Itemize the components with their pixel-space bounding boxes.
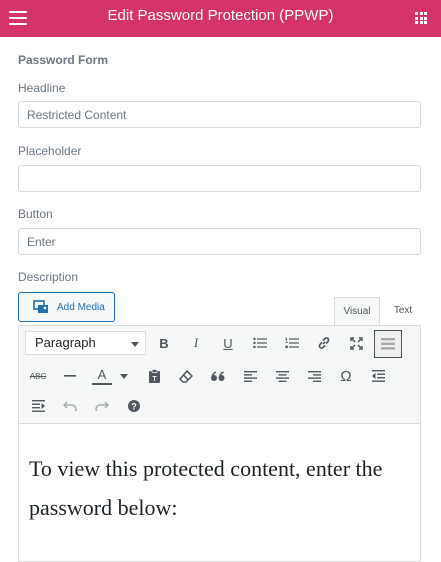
editor-paragraph: To view this protected content, enter th… (29, 456, 383, 520)
description-label: Description (18, 270, 79, 284)
format-select-value: Paragraph (35, 335, 96, 350)
svg-text:T: T (152, 376, 157, 383)
svg-text:?: ? (131, 401, 137, 411)
settings-panel: Password Form Headline Placeholder Butto… (0, 37, 441, 562)
paste-text-icon[interactable]: T (140, 362, 168, 390)
button-input[interactable] (18, 228, 421, 255)
bold-icon[interactable]: B (150, 329, 178, 357)
placeholder-input[interactable] (18, 165, 421, 192)
align-right-icon[interactable] (300, 362, 328, 390)
bullet-list-icon[interactable] (246, 329, 274, 357)
align-center-icon[interactable] (268, 362, 296, 390)
grid-icon[interactable] (415, 12, 427, 24)
outdent-icon[interactable] (364, 362, 392, 390)
tab-visual[interactable]: Visual (334, 297, 380, 325)
blockquote-icon[interactable] (204, 362, 232, 390)
undo-icon[interactable] (56, 392, 84, 420)
format-select[interactable]: Paragraph (25, 331, 146, 355)
text-color-dropdown-icon[interactable] (116, 362, 132, 390)
add-media-label: Add Media (57, 302, 105, 313)
add-media-button[interactable]: Add Media (18, 292, 115, 322)
placeholder-label: Placeholder (18, 144, 82, 158)
link-icon[interactable] (310, 329, 338, 357)
fullscreen-icon[interactable] (342, 329, 370, 357)
section-title: Password Form (18, 53, 109, 67)
indent-icon[interactable] (24, 392, 52, 420)
text-color-icon[interactable]: A (88, 362, 116, 390)
underline-icon[interactable]: U (214, 329, 242, 357)
media-icon (33, 300, 50, 314)
toolbar-toggle-icon[interactable] (374, 330, 402, 358)
strikethrough-icon[interactable]: ABC (24, 362, 52, 390)
tab-text[interactable]: Text (382, 297, 424, 325)
help-icon[interactable]: ? (120, 392, 148, 420)
chevron-down-icon (131, 342, 139, 347)
headline-label: Headline (18, 81, 66, 95)
editor-toolbar: Paragraph B I U ABC A T Ω ? (19, 326, 420, 424)
align-left-icon[interactable] (236, 362, 264, 390)
italic-icon[interactable]: I (182, 329, 210, 357)
page-title: Edit Password Protection (PPWP) (107, 7, 334, 24)
numbered-list-icon[interactable] (278, 329, 306, 357)
description-editor: Paragraph B I U ABC A T Ω ? To view this… (18, 325, 421, 562)
special-character-icon[interactable]: Ω (332, 362, 360, 390)
headline-input[interactable] (18, 101, 421, 128)
redo-icon[interactable] (88, 392, 116, 420)
editor-content[interactable]: To view this protected content, enter th… (19, 425, 420, 561)
clear-formatting-icon[interactable] (172, 362, 200, 390)
top-bar: Edit Password Protection (PPWP) (0, 0, 441, 37)
horizontal-line-icon[interactable] (56, 362, 84, 390)
button-label: Button (18, 207, 53, 221)
